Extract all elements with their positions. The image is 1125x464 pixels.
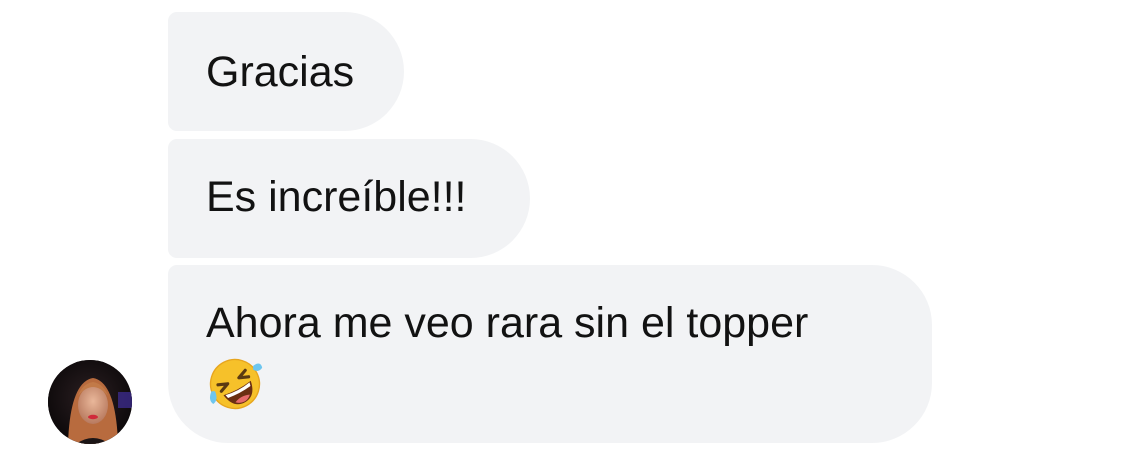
message-bubble[interactable]: Gracias [168, 12, 404, 131]
rolling-on-floor-laughing-emoji-icon [209, 358, 263, 410]
profile-photo-icon [48, 360, 132, 444]
message-text: Ahora me veo rara sin el topper [206, 299, 809, 347]
message-thread: Gracias Es increíble!!! Ahora me veo rar… [0, 0, 1125, 464]
message-text: Gracias [206, 48, 355, 96]
message-bubble[interactable]: Es increíble!!! [168, 139, 530, 258]
message-text: Es increíble!!! [206, 173, 467, 221]
avatar[interactable] [48, 360, 132, 444]
message-bubble[interactable]: Ahora me veo rara sin el topper [168, 265, 932, 443]
